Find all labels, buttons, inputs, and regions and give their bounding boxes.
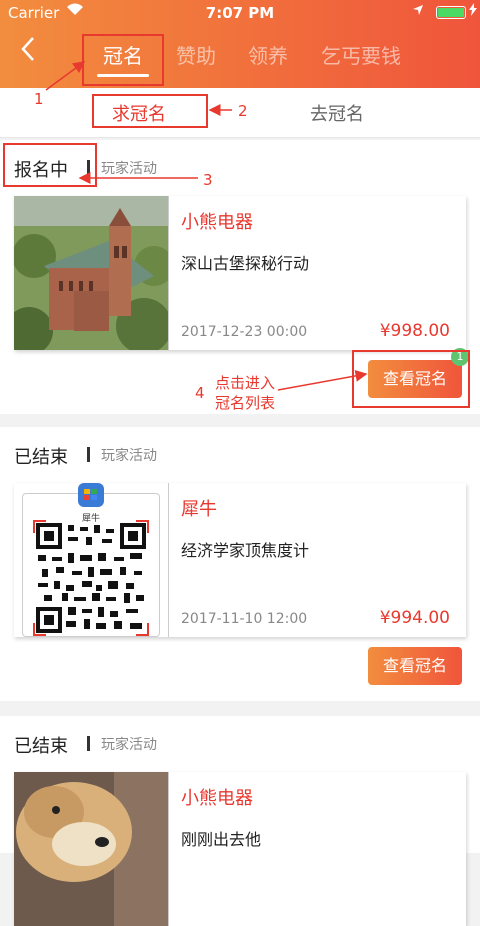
sponsor-brand: 小熊电器 (181, 788, 253, 809)
annotation-note-line2: 冠名列表 (215, 394, 276, 412)
activity-price: ¥994.00 (379, 608, 450, 628)
activity-title: 深山古堡探秘行动 (181, 254, 310, 273)
castle-photo (14, 196, 168, 350)
location-arrow-icon (412, 4, 424, 20)
app-logo-icon (78, 483, 104, 507)
section-divider (87, 447, 90, 462)
status-bar: Carrier 7:07 PM (0, 0, 480, 26)
section-status: 已结束 (14, 447, 68, 468)
section-category: 玩家活动 (101, 737, 157, 753)
activity-date: 2017-12-23 00:00 (181, 324, 308, 340)
subtab-go-naming[interactable]: 去冠名 (310, 100, 364, 126)
annotation-number-3: 3 (203, 171, 213, 189)
battery-icon (436, 6, 466, 19)
activity-title: 刚刚出去他 (181, 830, 262, 849)
tab-sponsor[interactable]: 赞助 (176, 40, 216, 69)
qr-code-image: 犀牛 (14, 483, 168, 637)
section-category: 玩家活动 (101, 161, 157, 177)
card-divider (168, 483, 169, 637)
sponsor-brand: 小熊电器 (181, 212, 253, 233)
activity-section: 已结束 玩家活动 犀牛 犀牛 经济学家顶焦度计 2017-11-10 12:00… (0, 427, 480, 701)
activity-title: 经济学家顶焦度计 (181, 541, 310, 560)
card-divider (168, 772, 169, 926)
annotation-number-1: 1 (34, 90, 44, 108)
app-header: Carrier 7:07 PM 冠名 赞助 领养 乞丐要钱 (0, 0, 480, 88)
sponsor-brand: 犀牛 (181, 499, 217, 520)
card-divider (168, 196, 169, 350)
section-status: 已结束 (14, 736, 68, 757)
dog-photo (14, 772, 168, 926)
qr-corner-marks (33, 520, 149, 636)
annotation-number-2: 2 (238, 102, 248, 120)
section-divider (87, 736, 90, 751)
tab-beg[interactable]: 乞丐要钱 (321, 40, 401, 69)
activity-date: 2017-11-10 12:00 (181, 611, 308, 627)
activity-card[interactable]: 小熊电器 刚刚出去他 (14, 772, 466, 926)
annotation-note-line1: 点击进入 (215, 374, 276, 392)
annotation-box-4 (352, 350, 470, 408)
activity-section: 已结束 玩家活动 小熊电器 刚刚出去他 (0, 716, 480, 926)
tab-adopt[interactable]: 领养 (248, 40, 288, 69)
view-naming-button[interactable]: 查看冠名 (368, 647, 462, 685)
annotation-number-4: 4 (195, 384, 205, 402)
section-category: 玩家活动 (101, 448, 157, 464)
activity-card[interactable]: 犀牛 犀牛 经济学家顶焦度计 2017-11-10 12:00 ¥994.00 (14, 483, 466, 637)
clock-time: 7:07 PM (205, 4, 275, 22)
annotation-box-2 (92, 94, 208, 128)
top-tabs: 冠名 赞助 领养 乞丐要钱 (0, 36, 480, 77)
annotation-box-1 (82, 34, 164, 86)
charging-icon (469, 3, 477, 19)
activity-price: ¥998.00 (379, 321, 450, 341)
activity-card[interactable]: 小熊电器 深山古堡探秘行动 2017-12-23 00:00 ¥998.00 (14, 196, 466, 350)
annotation-box-3 (3, 143, 97, 187)
